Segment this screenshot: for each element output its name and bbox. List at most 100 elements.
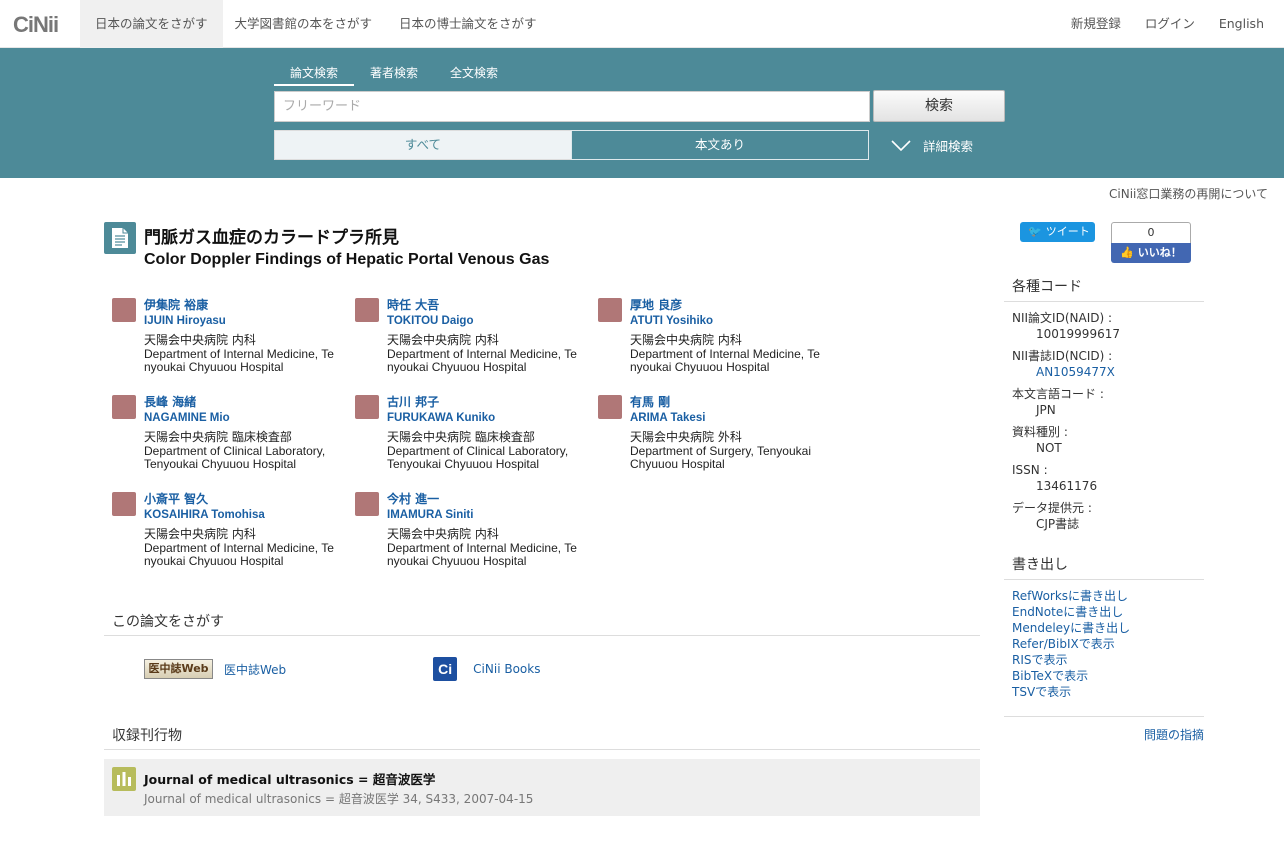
author-name-ja-link[interactable]: 時任 大吾	[387, 298, 439, 312]
search-input[interactable]	[274, 91, 870, 122]
author-name-en-link[interactable]: TOKITOU Daigo	[387, 315, 473, 327]
export-refworks-link[interactable]: RefWorksに書き出し	[1012, 588, 1130, 604]
codes-heading: 各種コード	[1004, 276, 1204, 302]
code-value: 10019999617	[1036, 327, 1120, 341]
like-count: 0	[1147, 226, 1155, 239]
search-mode-tabs: 論文検索 著者検索 全文検索	[274, 64, 514, 86]
journal-detail: Journal of medical ultrasonics = 超音波医学 3…	[144, 792, 534, 806]
sidebar-divider	[1004, 716, 1204, 717]
author-avatar-icon	[355, 492, 379, 516]
report-problem-link[interactable]: 問題の指摘	[1144, 726, 1204, 743]
like-label: いいね！	[1137, 246, 1182, 259]
like-button[interactable]: 👍 いいね！	[1111, 243, 1191, 263]
facebook-like-widget: 0 👍 いいね！	[1111, 222, 1191, 263]
author-avatar-icon	[598, 395, 622, 419]
ncid-link[interactable]: AN1059477X	[1012, 364, 1202, 380]
author-name-ja-link[interactable]: 伊集院 裕康	[144, 298, 208, 312]
author-affiliation-ja: 天陽会中央病院 内科	[144, 333, 256, 347]
article-title-ja: 門脈ガス血症のカラードプラ所見	[144, 228, 399, 248]
find-article-heading: この論文をさがす	[104, 611, 980, 636]
author-affiliation-ja: 天陽会中央病院 内科	[630, 333, 742, 347]
author-affiliation-en: Department of Surgery, Tenyoukai Chyuuou…	[630, 444, 811, 471]
tab-fulltext-search[interactable]: 全文検索	[434, 64, 514, 86]
author-affiliation-en: Department of Internal Medicine, Tenyouk…	[387, 541, 577, 568]
advanced-search-label: 詳細検索	[923, 139, 974, 154]
author-name-en-link[interactable]: ARIMA Takesi	[630, 412, 705, 424]
login-link[interactable]: ログイン	[1145, 0, 1195, 48]
journal-title-link[interactable]: Journal of medical ultrasonics = 超音波医学	[144, 769, 435, 788]
cinii-books-link[interactable]: CiNii Books	[473, 662, 540, 676]
author-name-en-link[interactable]: IJUIN Hiroyasu	[144, 315, 226, 327]
cinii-logo[interactable]: CiNii	[13, 12, 59, 38]
document-icon	[104, 222, 136, 254]
code-item: ISSN : 13461176	[1012, 462, 1202, 494]
author-card: 小斎平 智久 KOSAIHIRA Tomohisa 天陽会中央病院 内科 Dep…	[112, 492, 344, 568]
find-article-links: 医中誌Web 医中誌Web Ci CiNii Books	[144, 657, 540, 681]
author-avatar-icon	[112, 492, 136, 516]
tab-article-search[interactable]: 論文検索	[274, 64, 355, 86]
ichushi-web-link[interactable]: 医中誌Web	[224, 661, 286, 678]
code-key: 本文言語コード :	[1012, 387, 1104, 401]
author-name-ja-link[interactable]: 小斎平 智久	[144, 492, 208, 506]
search-button[interactable]: 検索	[873, 90, 1005, 122]
filter-fulltext-button[interactable]: 本文あり	[571, 130, 869, 160]
code-value: NOT	[1036, 441, 1062, 455]
code-value: 13461176	[1036, 479, 1098, 493]
export-bibtex-link[interactable]: BibTeXで表示	[1012, 668, 1130, 684]
search-panel: 論文検索 著者検索 全文検索 検索 すべて 本文あり 詳細検索	[0, 48, 1284, 178]
code-key: NII書誌ID(NCID) :	[1012, 349, 1113, 363]
export-links: RefWorksに書き出し EndNoteに書き出し Mendeleyに書き出し…	[1012, 588, 1130, 700]
author-name-en-link[interactable]: IMAMURA Siniti	[387, 509, 473, 521]
ichushi-web-logo[interactable]: 医中誌Web	[144, 659, 213, 679]
tab-japanese-articles[interactable]: 日本の論文をさがす	[80, 0, 223, 48]
author-name-ja-link[interactable]: 有馬 剛	[630, 395, 670, 409]
author-affiliation-en: Department of Internal Medicine, Tenyouk…	[144, 347, 334, 374]
author-name-ja-link[interactable]: 長峰 海緒	[144, 395, 196, 409]
export-refer-bibix-link[interactable]: Refer/BibIXで表示	[1012, 636, 1130, 652]
author-name-ja-link[interactable]: 今村 進一	[387, 492, 439, 506]
tweet-button[interactable]: 🐦 ツイート	[1020, 222, 1095, 242]
register-link[interactable]: 新規登録	[1071, 0, 1121, 48]
tab-doctoral-dissertations[interactable]: 日本の博士論文をさがす	[387, 0, 552, 48]
author-name-ja-link[interactable]: 厚地 良彦	[630, 298, 682, 312]
code-item: NII書誌ID(NCID) : AN1059477X	[1012, 348, 1202, 380]
author-name-ja-link[interactable]: 古川 邦子	[387, 395, 439, 409]
language-link[interactable]: English	[1219, 0, 1264, 48]
export-tsv-link[interactable]: TSVで表示	[1012, 684, 1130, 700]
author-card: 厚地 良彦 ATUTI Yosihiko 天陽会中央病院 内科 Departme…	[598, 298, 830, 374]
export-endnote-link[interactable]: EndNoteに書き出し	[1012, 604, 1130, 620]
code-item: NII論文ID(NAID) : 10019999617	[1012, 310, 1202, 342]
author-card: 今村 進一 IMAMURA Siniti 天陽会中央病院 内科 Departme…	[355, 492, 587, 568]
account-navigation: 新規登録 ログイン English	[1047, 0, 1264, 48]
export-mendeley-link[interactable]: Mendeleyに書き出し	[1012, 620, 1130, 636]
author-card: 有馬 剛 ARIMA Takesi 天陽会中央病院 外科 Department …	[598, 395, 830, 471]
service-notice-link[interactable]: CiNii窓口業務の再開について	[1109, 185, 1268, 202]
author-avatar-icon	[355, 395, 379, 419]
author-name-en-link[interactable]: FURUKAWA Kuniko	[387, 412, 495, 424]
filter-all-button[interactable]: すべて	[274, 130, 572, 160]
chevron-down-icon	[891, 139, 911, 151]
code-key: ISSN :	[1012, 463, 1048, 477]
thumbs-up-icon: 👍	[1120, 246, 1134, 259]
tab-author-search[interactable]: 著者検索	[354, 64, 434, 86]
tab-university-library-books[interactable]: 大学図書館の本をさがす	[223, 0, 388, 48]
author-name-en-link[interactable]: ATUTI Yosihiko	[630, 315, 713, 327]
author-name-en-link[interactable]: NAGAMINE Mio	[144, 412, 230, 424]
author-card: 古川 邦子 FURUKAWA Kuniko 天陽会中央病院 臨床検査部 Depa…	[355, 395, 587, 471]
author-affiliation-en: Department of Internal Medicine, Tenyouk…	[387, 347, 577, 374]
author-name-en-link[interactable]: KOSAIHIRA Tomohisa	[144, 509, 265, 521]
code-item: データ提供元 : CJP書誌	[1012, 500, 1202, 532]
article-title-en: Color Doppler Findings of Hepatic Portal…	[144, 251, 550, 268]
author-affiliation-en: Department of Clinical Laboratory, Tenyo…	[144, 444, 326, 471]
code-item: 資料種別 : NOT	[1012, 424, 1202, 456]
journal-section-heading: 収録刊行物	[104, 725, 980, 750]
author-affiliation-ja: 天陽会中央病院 内科	[387, 527, 499, 541]
author-avatar-icon	[598, 298, 622, 322]
author-avatar-icon	[112, 395, 136, 419]
document-glyph	[112, 228, 128, 248]
advanced-search-toggle[interactable]: 詳細検索	[891, 136, 973, 155]
export-ris-link[interactable]: RISで表示	[1012, 652, 1130, 668]
author-affiliation-ja: 天陽会中央病院 外科	[630, 430, 742, 444]
author-affiliation-en: Department of Internal Medicine, Tenyouk…	[144, 541, 334, 568]
cinii-books-logo[interactable]: Ci	[433, 657, 458, 681]
